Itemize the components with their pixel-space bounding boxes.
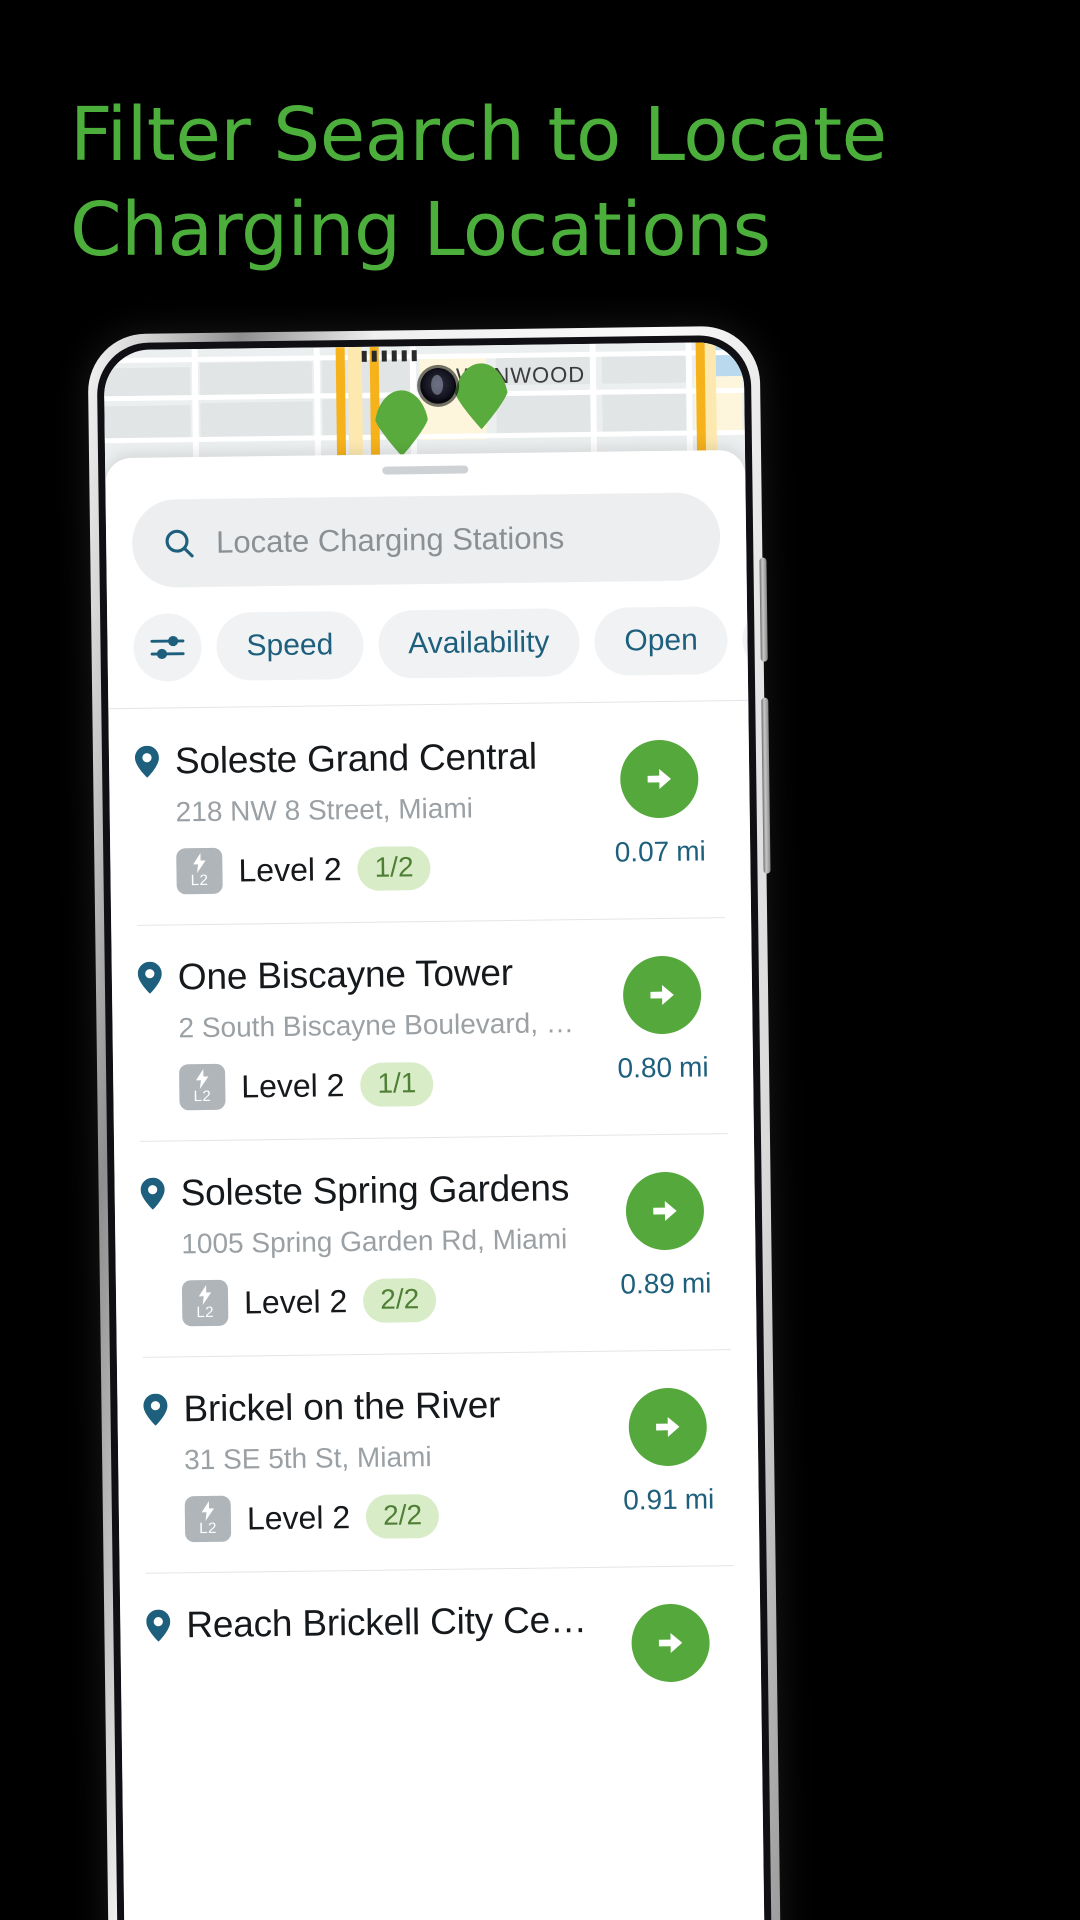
station-name: One Biscayne Tower xyxy=(177,951,514,998)
filter-chip-speed[interactable]: Speed xyxy=(216,610,364,681)
phone-side-button-power[interactable] xyxy=(761,697,771,874)
availability-badge: 2/2 xyxy=(363,1277,437,1323)
distance-number: 0.07 xyxy=(614,835,670,868)
filter-sliders-icon xyxy=(150,634,185,660)
availability-badge: 1/2 xyxy=(357,846,431,891)
promo-headline: Filter Search to Locate Charging Locatio… xyxy=(70,88,970,277)
charger-level-badge-text: L2 xyxy=(196,1303,215,1322)
charger-level-icon: L2 xyxy=(184,1495,232,1543)
distance-unit: mi xyxy=(681,1267,712,1299)
table-row[interactable]: Soleste Grand Central 218 NW 8 Street, M… xyxy=(108,701,751,925)
distance-value: 0.80 mi xyxy=(599,1051,727,1085)
station-address: 2 South Biscayne Boulevard, Mia… xyxy=(178,1006,587,1044)
table-row[interactable]: One Biscayne Tower 2 South Biscayne Boul… xyxy=(111,917,754,1141)
station-name: Brickel on the River xyxy=(183,1384,501,1430)
search-icon xyxy=(162,526,196,560)
directions-arrow-icon xyxy=(653,1200,677,1221)
availability-badge: 2/2 xyxy=(365,1493,440,1539)
filter-chip-cost[interactable]: Cost xyxy=(742,604,749,674)
directions-button[interactable] xyxy=(622,955,702,1035)
map-pin-icon xyxy=(140,1177,165,1210)
station-name: Reach Brickell City Centre xyxy=(186,1598,595,1646)
phone-mockup: WYNWOOD Locate Charging Stations Speed A… xyxy=(87,325,781,1920)
distance-value: 0.91 mi xyxy=(605,1483,733,1517)
phone-side-button-volume[interactable] xyxy=(759,557,768,662)
phone-screen: WYNWOOD Locate Charging Stations Speed A… xyxy=(103,341,765,1920)
station-address: 1005 Spring Garden Rd, Miami xyxy=(181,1223,568,1260)
distance-number: 0.91 xyxy=(622,1483,678,1516)
phone-bezel: WYNWOOD Locate Charging Stations Speed A… xyxy=(96,334,772,1920)
headline-line-1: Filter Search to Locate xyxy=(70,92,887,178)
charger-level-label: Level 2 xyxy=(238,850,342,889)
map-pin-icon xyxy=(143,1393,168,1426)
results-bottom-sheet: Locate Charging Stations Speed Availabil… xyxy=(105,449,765,1920)
promo-screenshot: Filter Search to Locate Charging Locatio… xyxy=(0,0,1080,1920)
status-bar-icons xyxy=(361,350,417,362)
directions-arrow-icon xyxy=(656,1416,680,1437)
search-placeholder-text: Locate Charging Stations xyxy=(215,520,565,560)
map-pin-icon xyxy=(134,745,159,778)
station-list: Soleste Grand Central 218 NW 8 Street, M… xyxy=(108,701,761,1719)
charger-level-label: Level 2 xyxy=(246,1498,351,1536)
directions-button[interactable] xyxy=(628,1387,708,1467)
distance-number: 0.89 xyxy=(620,1267,676,1300)
directions-button[interactable] xyxy=(619,739,699,819)
availability-badge: 1/1 xyxy=(360,1062,434,1107)
directions-arrow-icon xyxy=(658,1632,683,1653)
charger-level-badge-text: L2 xyxy=(190,871,209,890)
charger-level-icon: L2 xyxy=(178,1063,226,1111)
directions-arrow-icon xyxy=(647,769,671,790)
table-row[interactable]: Reach Brickell City Centre xyxy=(120,1565,762,1719)
station-address: 31 SE 5th St, Miami xyxy=(183,1441,432,1476)
filter-chip-availability[interactable]: Availability xyxy=(377,608,580,679)
station-name: Soleste Grand Central xyxy=(174,735,538,782)
table-row[interactable]: Soleste Spring Gardens 1005 Spring Garde… xyxy=(114,1133,757,1357)
search-input[interactable]: Locate Charging Stations xyxy=(131,492,721,588)
distance-number: 0.80 xyxy=(617,1051,673,1084)
charger-level-label: Level 2 xyxy=(243,1282,348,1320)
map-pin-icon xyxy=(146,1609,171,1642)
station-address: 218 NW 8 Street, Miami xyxy=(175,792,474,828)
distance-value: 0.07 mi xyxy=(596,835,724,869)
search-bar-container: Locate Charging Stations xyxy=(105,470,746,588)
charger-level-badge-text: L2 xyxy=(193,1087,212,1106)
charger-level-label: Level 2 xyxy=(241,1066,345,1105)
charger-level-badge-text: L2 xyxy=(199,1519,218,1538)
charger-level-icon: L2 xyxy=(181,1279,229,1327)
distance-unit: mi xyxy=(678,1051,709,1083)
distance-unit: mi xyxy=(676,835,706,867)
station-name: Soleste Spring Gardens xyxy=(180,1167,570,1214)
map-pin-icon xyxy=(137,961,162,994)
charger-level-icon: L2 xyxy=(176,847,223,895)
directions-arrow-icon xyxy=(650,985,674,1006)
directions-button[interactable] xyxy=(625,1171,705,1251)
filter-chip-row[interactable]: Speed Availability Open Cost Co xyxy=(107,580,749,708)
directions-button[interactable] xyxy=(631,1603,711,1683)
distance-value: 0.89 mi xyxy=(602,1267,730,1301)
table-row[interactable]: Brickel on the River 31 SE 5th St, Miami… xyxy=(117,1349,760,1573)
filter-chip-open[interactable]: Open xyxy=(593,606,729,676)
headline-line-2: Charging Locations xyxy=(70,186,771,273)
distance-unit: mi xyxy=(684,1483,715,1515)
filter-sliders-button[interactable] xyxy=(133,613,202,682)
